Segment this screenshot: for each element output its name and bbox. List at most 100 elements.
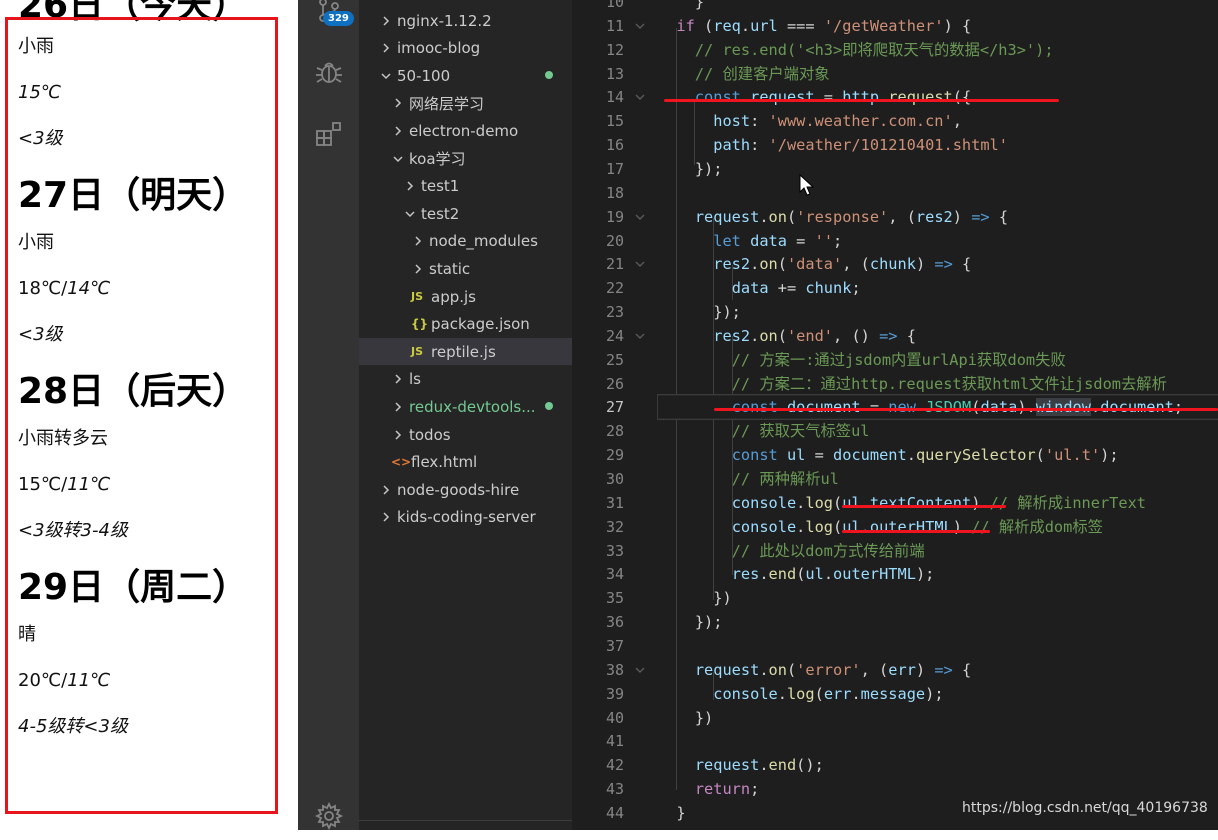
tree-item-package-json[interactable]: {} package.json [359, 311, 572, 338]
code-token: ( [814, 684, 824, 703]
day-title: 28日（后天） [18, 371, 249, 412]
chevron-right-icon [411, 263, 425, 275]
underline-jsdom [714, 408, 1218, 411]
line-number: 23 [605, 303, 624, 322]
code-token: ({ [952, 88, 972, 107]
code-token: log [805, 517, 834, 536]
code-token: ( [786, 660, 797, 679]
fold-chevron-icon[interactable] [632, 252, 648, 276]
extensions-icon[interactable] [298, 110, 359, 158]
tree-item-koa-[interactable]: koa学习 [359, 145, 572, 172]
code-token: . [750, 255, 760, 274]
tree-item-static[interactable]: static [359, 255, 572, 282]
fold-chevron-icon[interactable] [632, 658, 648, 682]
code-token: }) [658, 589, 732, 608]
line-number: 43 [605, 780, 624, 799]
code-token: ; [851, 279, 861, 298]
code-token: res [731, 565, 760, 584]
tree-item-imooc-blog[interactable]: imooc-blog [359, 35, 572, 62]
tree-item-electron-demo[interactable]: electron-demo [359, 117, 572, 144]
tree-item-kids-coding-server[interactable]: kids-coding-server [359, 504, 572, 531]
fold-chevron-icon[interactable] [632, 324, 648, 348]
code-token: on [759, 326, 778, 345]
code-token: request [750, 88, 815, 107]
code-editor[interactable]: 10 } 11 if (req.url === '/getWeather') {1… [572, 0, 1218, 830]
line-number: 42 [605, 756, 624, 775]
tree-item-redux-devtools-[interactable]: redux-devtools... [359, 393, 572, 420]
tree-item--[interactable]: 网络层学习 [359, 90, 572, 117]
line-number: 31 [605, 493, 624, 512]
temp-low: 15℃ [18, 82, 62, 103]
tree-item-reptile-js[interactable]: JS reptile.js [359, 338, 572, 366]
tree-item-node-modules[interactable]: node_modules [359, 228, 572, 255]
tree-item-50-100[interactable]: 50-100 [359, 62, 572, 89]
code-line: 21 res2.on('data', (chunk) => { [572, 252, 1218, 276]
tree-item-node-goods-hire[interactable]: node-goods-hire [359, 476, 572, 503]
code-token: , ( [860, 660, 889, 679]
tree-item-nginx-1-12-2[interactable]: nginx-1.12.2 [359, 7, 572, 34]
tree-item-label: koa学习 [409, 150, 466, 168]
code-token: }); [658, 303, 741, 322]
tree-item-flex-html[interactable]: <> flex.html [359, 449, 572, 476]
tree-item-label: kids-coding-server [397, 508, 536, 527]
code-token: ( [786, 207, 797, 226]
code-text: } [658, 801, 685, 825]
code-line: 41 [572, 729, 1218, 753]
fold-chevron-icon[interactable] [632, 14, 648, 38]
code-line: 32 console.log(ul.outerHTML) // 解析成dom标签 [572, 515, 1218, 539]
code-token: . [796, 493, 806, 512]
fold-chevron-icon[interactable] [632, 205, 648, 229]
code-token: err [823, 684, 852, 703]
settings-gear-icon[interactable] [298, 792, 359, 840]
code-line: 24 res2.on('end', () => { [572, 324, 1218, 348]
code-token: => [934, 255, 953, 274]
temp-low: 11℃ [67, 474, 111, 495]
code-token: }) [658, 708, 714, 727]
code-token: ul [786, 446, 806, 465]
underline-outerhtml [842, 530, 990, 533]
code-token: // 创建客户端对象 [694, 64, 830, 83]
code-line: 42 request.end(); [572, 753, 1218, 777]
chevron-down-icon [391, 153, 405, 165]
fold-chevron-icon[interactable] [632, 85, 648, 109]
wind-level: <3级 [18, 128, 63, 149]
code-line: 22 data += chunk; [572, 276, 1218, 300]
code-token: , ( [888, 207, 916, 226]
code-text: // 方案二：通过http.request获取html文件让jsdom去解析 [658, 372, 1167, 396]
code-token: request [888, 88, 953, 107]
tree-item-app-js[interactable]: JS app.js [359, 283, 572, 310]
code-token: : [750, 136, 769, 155]
code-text: if (req.url === '/getWeather') { [658, 14, 971, 38]
debug-icon[interactable] [298, 48, 359, 96]
tree-item-label: imooc-blog [397, 39, 481, 58]
code-text: return; [658, 777, 759, 801]
code-token: request [694, 756, 760, 775]
tree-item-ls[interactable]: ls [359, 366, 572, 393]
code-token: request [694, 207, 760, 226]
code-token: , () [833, 326, 880, 345]
npm-scripts-section[interactable] [359, 820, 572, 830]
code-token: . [759, 207, 769, 226]
code-text: } [658, 0, 704, 14]
tree-item-label: ls [409, 370, 421, 389]
line-number: 44 [605, 803, 624, 822]
code-token: textContent [869, 493, 972, 512]
tree-item-todos[interactable]: todos [359, 421, 572, 448]
tree-item-label: nginx-1.12.2 [397, 11, 492, 30]
code-token: ); [915, 565, 935, 584]
line-number: 12 [605, 40, 624, 59]
tree-item-test2[interactable]: test2 [359, 200, 572, 227]
code-text: }); [658, 300, 741, 324]
temperature-text: 15℃/11℃ [18, 474, 276, 496]
code-line: 33 // 此处以dom方式传给前端 [572, 539, 1218, 563]
code-line: 13 // 创建客户端对象 [572, 62, 1218, 86]
tree-item-test1[interactable]: test1 [359, 173, 572, 200]
underline-request [664, 99, 1059, 102]
